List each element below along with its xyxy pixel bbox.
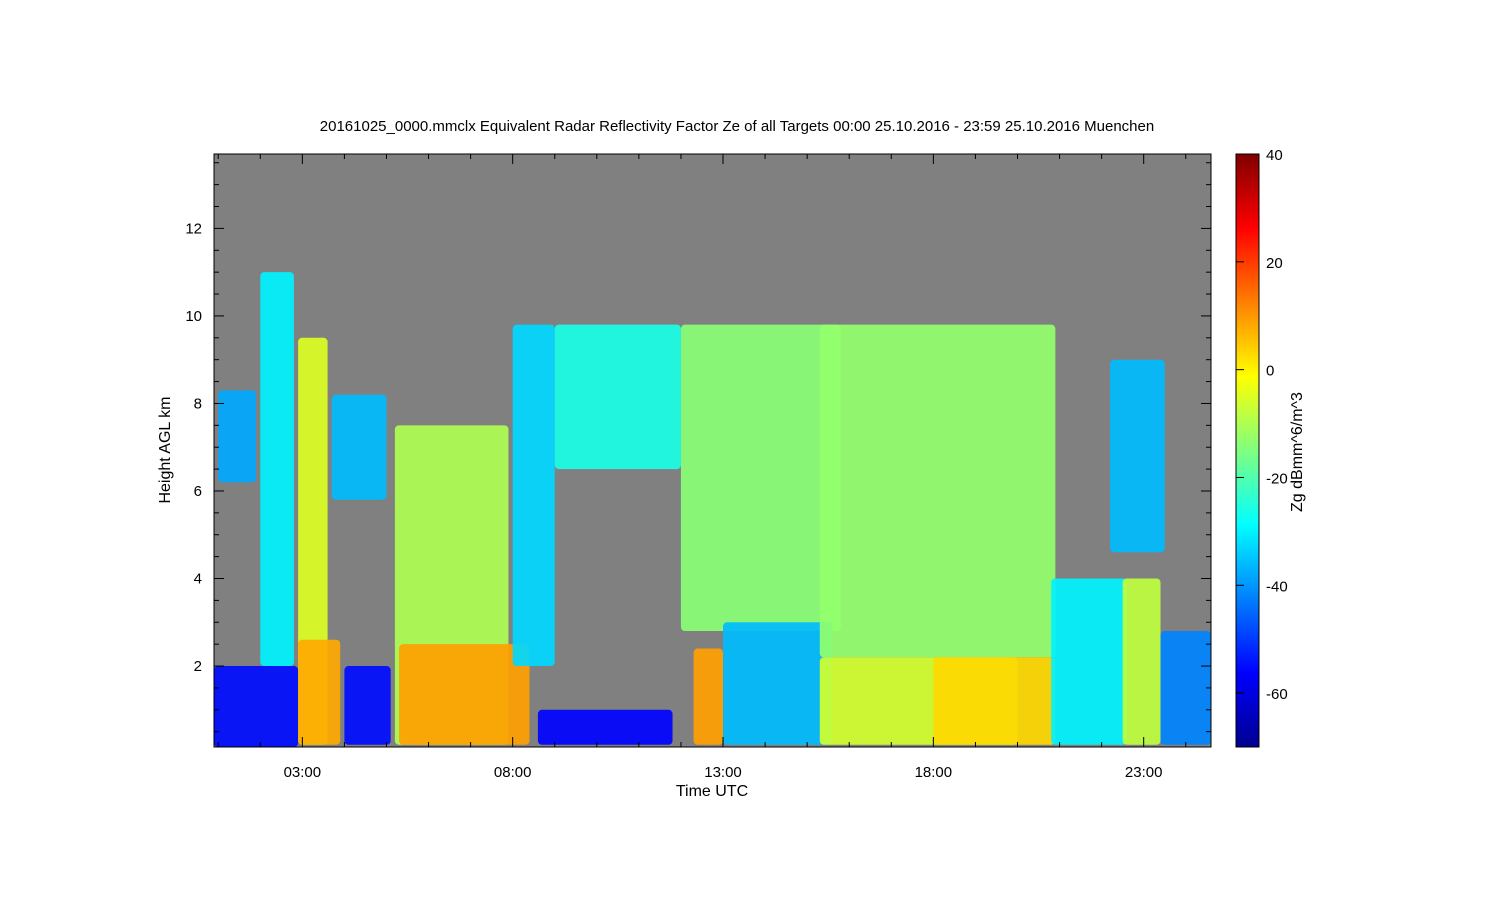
- reflectivity-block: [554, 324, 681, 470]
- reflectivity-block: [819, 324, 1056, 658]
- reflectivity-block: [1160, 631, 1211, 745]
- reflectivity-block: [298, 639, 341, 745]
- reflectivity-block: [1122, 578, 1161, 745]
- reflectivity-block: [512, 324, 555, 667]
- colorbar: 40 20 0 -20 -40 -60: [1235, 147, 1288, 748]
- x-tick-label: 03:00: [284, 764, 322, 781]
- reflectivity-block: [399, 644, 530, 745]
- colorbar-tick-label: -20: [1266, 470, 1288, 487]
- reflectivity-block: [344, 666, 391, 745]
- colorbar-label: Zg dBmm^6/m^3: [1289, 392, 1306, 512]
- x-tick-label: 18:00: [915, 764, 953, 781]
- reflectivity-block: [218, 390, 257, 483]
- reflectivity-block: [331, 394, 387, 500]
- reflectivity-block: [933, 657, 1056, 745]
- x-tick-label: 08:00: [494, 764, 532, 781]
- colorbar-tick-label: 0: [1266, 363, 1274, 380]
- y-tick-label: 10: [185, 308, 202, 325]
- colorbar-gradient: [1235, 153, 1260, 748]
- y-tick-label: 4: [194, 571, 202, 588]
- x-tick-label: 13:00: [704, 764, 742, 781]
- reflectivity-block: [1110, 359, 1165, 553]
- reflectivity-block: [260, 272, 294, 667]
- y-tick-label: 6: [194, 483, 202, 500]
- radar-reflectivity-figure: 20161025_0000.mmclx Equivalent Radar Ref…: [157, 118, 1306, 800]
- colorbar-tick-label: -60: [1266, 686, 1288, 703]
- y-tick-label: 12: [185, 220, 202, 237]
- y-tick-label: 8: [194, 395, 202, 412]
- x-axis-label: Time UTC: [676, 783, 748, 800]
- reflectivity-block: [537, 709, 673, 745]
- reflectivity-block: [723, 622, 833, 745]
- y-axis-label: Height AGL km: [157, 396, 174, 503]
- reflectivity-block: [1051, 578, 1127, 745]
- plot-area: [213, 153, 1212, 748]
- y-tick-label: 2: [194, 658, 202, 675]
- colorbar-tick-label: -40: [1266, 578, 1288, 595]
- x-tick-label: 23:00: [1125, 764, 1163, 781]
- reflectivity-block: [680, 324, 841, 632]
- chart-title: 20161025_0000.mmclx Equivalent Radar Ref…: [320, 118, 1154, 135]
- reflectivity-block: [214, 666, 299, 747]
- colorbar-tick-label: 40: [1266, 147, 1283, 164]
- colorbar-tick-label: 20: [1266, 255, 1283, 272]
- reflectivity-block: [693, 648, 724, 745]
